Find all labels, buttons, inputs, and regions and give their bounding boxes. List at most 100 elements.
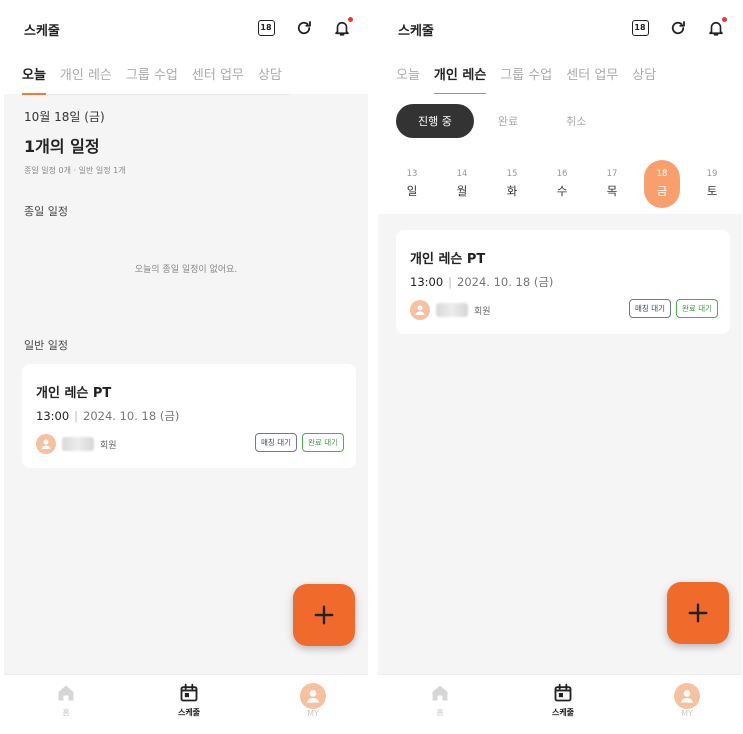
tab-center-work[interactable]: 센터 업무 [559, 64, 625, 94]
day-number: 17 [606, 169, 618, 179]
calendar-icon [180, 683, 198, 702]
nav-schedule[interactable]: 스케줄 [149, 683, 229, 718]
bottom-nav: 홈 스케줄 MY [4, 674, 368, 734]
tab-group-class[interactable]: 그룹 수업 [119, 64, 185, 94]
nav-my[interactable]: MY [273, 683, 353, 718]
card-separator: | [448, 275, 453, 289]
nav-home[interactable]: 홈 [26, 683, 106, 718]
tab-bar: 오늘 개인 레슨 그룹 수업 센터 업무 상담 [4, 60, 368, 95]
nav-home-label: 홈 [436, 708, 444, 717]
day-number: 19 [706, 169, 718, 179]
plus-icon [314, 605, 334, 625]
card-title: 개인 레슨 PT [36, 386, 112, 401]
home-icon [432, 685, 448, 701]
day-19[interactable]: 19 토 [694, 160, 730, 208]
refresh-icon [297, 21, 311, 35]
user-icon [415, 305, 425, 315]
member-suffix: 회원 [474, 306, 491, 317]
day-number: 16 [556, 169, 568, 179]
avatar [36, 434, 56, 454]
schedule-card[interactable]: 개인 레슨 PT 13:00 | 2024. 10. 18 (금) 회원 매칭 대기… [396, 230, 730, 334]
calendar-icon: 18 [257, 20, 275, 36]
day-15[interactable]: 15 화 [494, 160, 530, 208]
member-suffix: 회원 [100, 440, 117, 451]
filter-in-progress[interactable]: 진행 중 [396, 104, 474, 138]
member-name-blurred [62, 437, 94, 451]
nav-home-label: 홈 [62, 708, 70, 717]
schedule-card[interactable]: 개인 레슨 PT 13:00 | 2024. 10. 18 (금) 회원 매칭 대기… [22, 364, 356, 468]
card-separator: | [74, 409, 79, 423]
tab-group-class[interactable]: 그룹 수업 [493, 64, 559, 94]
day-name: 수 [556, 184, 568, 198]
filter-cancelled[interactable]: 취소 [542, 104, 610, 138]
nav-my-label: MY [307, 709, 319, 718]
filter-completed[interactable]: 완료 [474, 104, 542, 138]
add-schedule-button[interactable] [667, 582, 729, 644]
notification-button[interactable] [704, 16, 728, 40]
plus-icon [688, 603, 708, 623]
regular-section-label: 일반 일정 [24, 339, 68, 352]
my-avatar-icon [300, 683, 326, 709]
tab-personal-lesson[interactable]: 개인 레슨 [427, 64, 493, 95]
day-16[interactable]: 16 수 [544, 160, 580, 208]
day-number: 13 [406, 169, 418, 179]
tab-personal-lesson[interactable]: 개인 레슨 [53, 64, 119, 94]
day-name: 토 [706, 184, 718, 198]
tab-bar: 오늘 개인 레슨 그룹 수업 센터 업무 상담 [378, 60, 742, 95]
notification-dot [722, 17, 727, 22]
card-start-time: 13:00 [36, 409, 70, 423]
header: 스케줄 18 [4, 0, 368, 60]
notification-dot [348, 17, 353, 22]
tab-today[interactable]: 오늘 [396, 64, 427, 94]
nav-my[interactable]: MY [647, 683, 727, 718]
schedule-count-detail: 종일 일정 0개 · 일반 일정 1개 [24, 166, 126, 175]
day-name: 일 [406, 184, 418, 198]
nav-schedule-label: 스케줄 [551, 708, 575, 717]
refresh-button[interactable] [666, 16, 690, 40]
nav-my-label: MY [681, 709, 693, 718]
notification-button[interactable] [330, 16, 354, 40]
day-17[interactable]: 17 목 [594, 160, 630, 208]
member-name-blurred [436, 303, 468, 317]
refresh-button[interactable] [292, 16, 316, 40]
tab-today[interactable]: 오늘 [22, 64, 53, 95]
day-number: 18 [656, 169, 668, 179]
card-start-time: 13:00 [410, 275, 444, 289]
card-member: 회원 [410, 300, 491, 320]
status-filter: 진행 중 완료 취소 [396, 104, 610, 138]
refresh-icon [671, 21, 685, 35]
week-selector: 13 일 14 월 15 화 16 수 17 목 18 금 19 토 [394, 160, 730, 208]
add-schedule-button[interactable] [293, 584, 355, 646]
calendar-today-button[interactable]: 18 [628, 16, 652, 40]
my-avatar-icon [674, 683, 700, 709]
card-date: 2024. 10. 18 (금) [83, 409, 180, 423]
allday-section-label: 종일 일정 [24, 205, 68, 218]
today-screen: 스케줄 18 오늘 개인 레슨 그룹 수업 센터 업무 상담 10월 18일 (… [4, 0, 368, 734]
nav-home[interactable]: 홈 [400, 683, 480, 718]
tab-consultation[interactable]: 상담 [251, 64, 289, 94]
completion-pending-badge: 완료 대기 [302, 433, 344, 452]
allday-empty-message: 오늘의 종일 일정이 없어요. [134, 265, 238, 275]
calendar-today-button[interactable]: 18 [254, 16, 278, 40]
completion-pending-badge: 완료 대기 [676, 299, 718, 318]
home-icon [58, 685, 74, 701]
day-name: 금 [656, 184, 668, 198]
today-date: 10월 18일 (금) [24, 110, 105, 124]
day-name: 월 [456, 184, 468, 198]
card-time: 13:00 | 2024. 10. 18 (금) [410, 274, 553, 290]
day-14[interactable]: 14 월 [444, 160, 480, 208]
calendar-icon [554, 683, 572, 702]
user-icon [41, 439, 51, 449]
nav-schedule-label: 스케줄 [177, 708, 201, 717]
nav-schedule[interactable]: 스케줄 [523, 683, 603, 718]
tab-center-work[interactable]: 센터 업무 [185, 64, 251, 94]
tab-consultation[interactable]: 상담 [625, 64, 663, 94]
card-time: 13:00 | 2024. 10. 18 (금) [36, 408, 179, 424]
page-title: 스케줄 [398, 24, 434, 39]
day-number: 14 [456, 169, 468, 179]
calendar-icon: 18 [631, 20, 649, 36]
bottom-nav: 홈 스케줄 MY [378, 674, 742, 734]
day-13[interactable]: 13 일 [394, 160, 430, 208]
day-18-selected[interactable]: 18 금 [644, 160, 680, 208]
personal-lesson-screen: 스케줄 18 오늘 개인 레슨 그룹 수업 센터 업무 상담 진행 중 완료 취… [378, 0, 742, 734]
